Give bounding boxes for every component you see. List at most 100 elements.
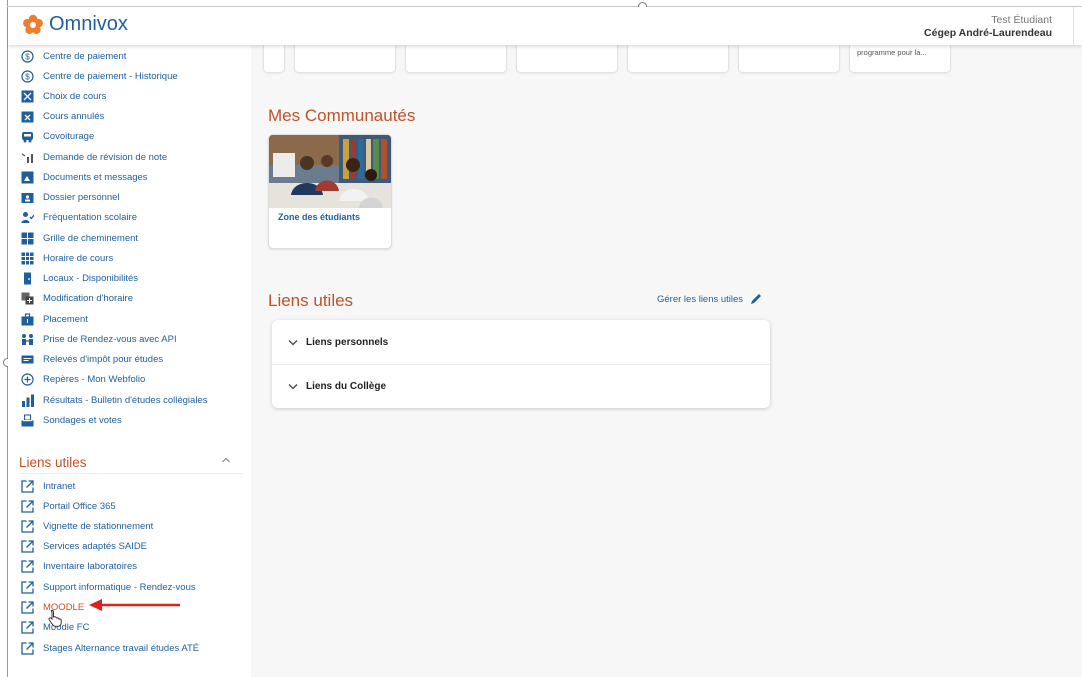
sidebar-item-label: Relevés d'impôt pour études <box>43 353 164 365</box>
sidebar-item-reperes-webfolio[interactable]: Repères - Mon Webfolio <box>20 370 145 388</box>
documents-icon <box>20 170 34 184</box>
institution-name: Cégep André-Laurendeau <box>924 27 1052 39</box>
sidebar-item-frequentation[interactable]: Fréquentation scolaire <box>20 208 137 226</box>
sidebar-item-grille-cheminement[interactable]: Grille de cheminement <box>20 229 138 247</box>
top-card[interactable]: programme pour la... <box>849 45 951 73</box>
top-card-text: programme pour la... <box>857 48 927 57</box>
students-photo <box>269 135 391 208</box>
sidebar-item-label: Demande de révision de note <box>43 151 168 163</box>
sidebar-item-label: Prise de Rendez-vous avec API <box>43 333 177 345</box>
omnivox-logo[interactable]: Omnivox <box>22 13 128 36</box>
useful-link-office-365[interactable]: Portail Office 365 <box>20 497 116 515</box>
top-card[interactable] <box>627 45 729 73</box>
sidebar-item-label: Choix de cours <box>43 90 107 102</box>
schedule-change-icon <box>20 291 34 305</box>
carpool-icon <box>20 129 34 143</box>
tax-receipt-icon <box>20 352 34 366</box>
community-card-label: Zone des étudiants <box>278 212 361 222</box>
top-card[interactable] <box>294 45 396 73</box>
grade-review-icon <box>20 150 34 164</box>
app-name: Omnivox <box>49 13 128 35</box>
svg-text:$: $ <box>25 72 30 81</box>
external-link-icon <box>20 539 34 553</box>
accordion-liens-college[interactable]: Liens du Collège <box>272 364 770 408</box>
attendance-icon <box>20 210 34 224</box>
useful-link-support-informatique[interactable]: Support informatique - Rendez-vous <box>20 578 196 596</box>
sidebar-item-label: Modification d'horaire <box>43 292 133 304</box>
sidebar-item-documents-messages[interactable]: Documents et messages <box>20 168 148 186</box>
svg-text:$: $ <box>25 52 30 61</box>
useful-link-label: Support informatique - Rendez-vous <box>43 581 196 593</box>
main-content: programme pour la... Mes Communautés Zon… <box>251 45 1082 677</box>
sidebar-item-label: Covoiturage <box>43 130 95 142</box>
useful-link-inventaire[interactable]: Inventaire laboratoires <box>20 557 137 575</box>
sidebar-item-covoiturage[interactable]: Covoiturage <box>20 127 94 145</box>
external-link-icon <box>20 499 34 513</box>
results-chart-icon <box>20 393 34 407</box>
flower-logo-icon <box>23 14 43 34</box>
sidebar-item-label: Cours annulés <box>43 110 105 122</box>
sidebar-item-horaire-cours[interactable]: Horaire de cours <box>20 249 113 267</box>
sidebar-item-locaux[interactable]: Locaux - Disponibilités <box>20 269 138 287</box>
useful-link-saide[interactable]: Services adaptés SAIDE <box>20 537 147 555</box>
useful-link-label: Vignette de stationnement <box>43 520 154 532</box>
ballot-icon <box>20 413 34 427</box>
sidebar-item-choix-cours[interactable]: Choix de cours <box>20 87 106 105</box>
links-accordion: Liens personnels Liens du Collège <box>272 320 770 408</box>
useful-links-section-title[interactable]: Liens utiles <box>19 455 87 470</box>
sidebar-item-centre-paiement-historique[interactable]: $ Centre de paiement - Historique <box>20 67 178 85</box>
useful-link-label: Services adaptés SAIDE <box>43 540 148 552</box>
accordion-label: Liens personnels <box>306 336 389 348</box>
section-divider <box>19 473 244 474</box>
external-link-icon <box>20 519 34 533</box>
sidebar-item-resultats-bulletin[interactable]: Résultats - Bulletin d'études collégiale… <box>20 391 207 409</box>
sidebar-item-rendez-vous-api[interactable]: Prise de Rendez-vous avec API <box>20 330 177 348</box>
sidebar-item-label: Fréquentation scolaire <box>43 211 137 223</box>
external-link-icon <box>20 580 34 594</box>
sidebar-item-label: Placement <box>43 313 88 325</box>
cancelled-courses-icon <box>20 109 34 123</box>
top-card-partial[interactable] <box>263 45 285 73</box>
chevron-down-icon <box>288 339 298 346</box>
sidebar-item-placement[interactable]: Placement <box>20 310 88 328</box>
external-link-icon <box>20 600 34 614</box>
user-info[interactable]: Test Étudiant Cégep André-Laurendeau <box>924 14 1052 39</box>
useful-link-label: Stages Alternance travail études ATÉ <box>43 642 200 654</box>
sidebar-item-revision-note[interactable]: Demande de révision de note <box>20 148 167 166</box>
sidebar-item-sondages-votes[interactable]: Sondages et votes <box>20 411 122 429</box>
manage-links-button[interactable]: Gérer les liens utiles <box>657 292 763 306</box>
useful-link-vignette[interactable]: Vignette de stationnement <box>20 517 153 535</box>
sidebar-item-releves-impot[interactable]: Relevés d'impôt pour études <box>20 350 163 368</box>
external-link-icon <box>20 641 34 655</box>
sidebar: $ Centre de paiement $ Centre de paiemen… <box>8 45 251 677</box>
useful-link-label: Intranet <box>43 480 76 492</box>
pencil-icon <box>751 294 762 304</box>
communities-heading: Mes Communautés <box>268 106 416 125</box>
useful-link-intranet[interactable]: Intranet <box>20 477 75 495</box>
chevron-up-icon[interactable] <box>221 456 231 464</box>
accordion-label: Liens du Collège <box>306 381 387 392</box>
community-card[interactable]: Zone des étudiants <box>268 134 392 249</box>
sidebar-item-dossier-personnel[interactable]: Dossier personnel <box>20 188 120 206</box>
top-card[interactable] <box>405 45 507 73</box>
sidebar-item-modification-horaire[interactable]: Modification d'horaire <box>20 289 133 307</box>
sidebar-item-centre-paiement[interactable]: $ Centre de paiement <box>20 47 126 65</box>
personal-file-icon <box>20 190 34 204</box>
top-card[interactable] <box>516 45 618 73</box>
top-card[interactable] <box>738 45 840 73</box>
rooms-icon <box>20 271 34 285</box>
sidebar-item-label: Sondages et votes <box>43 414 122 426</box>
useful-link-label: Portail Office 365 <box>43 500 116 512</box>
accordion-liens-personnels[interactable]: Liens personnels <box>272 320 770 364</box>
webfolio-icon <box>20 372 34 386</box>
useful-link-stages-ate[interactable]: Stages Alternance travail études ATÉ <box>20 639 199 657</box>
top-header: Omnivox Test Étudiant Cégep André-Lauren… <box>8 7 1082 45</box>
user-name: Test Étudiant <box>991 14 1052 26</box>
briefcase-icon <box>20 312 34 326</box>
sidebar-item-label: Documents et messages <box>43 171 148 183</box>
sidebar-item-cours-annules[interactable]: Cours annulés <box>20 107 104 125</box>
sidebar-item-label: Dossier personnel <box>43 191 120 203</box>
payment-icon: $ <box>20 49 34 63</box>
hand-cursor-icon <box>48 610 62 627</box>
course-choice-icon <box>20 89 34 103</box>
